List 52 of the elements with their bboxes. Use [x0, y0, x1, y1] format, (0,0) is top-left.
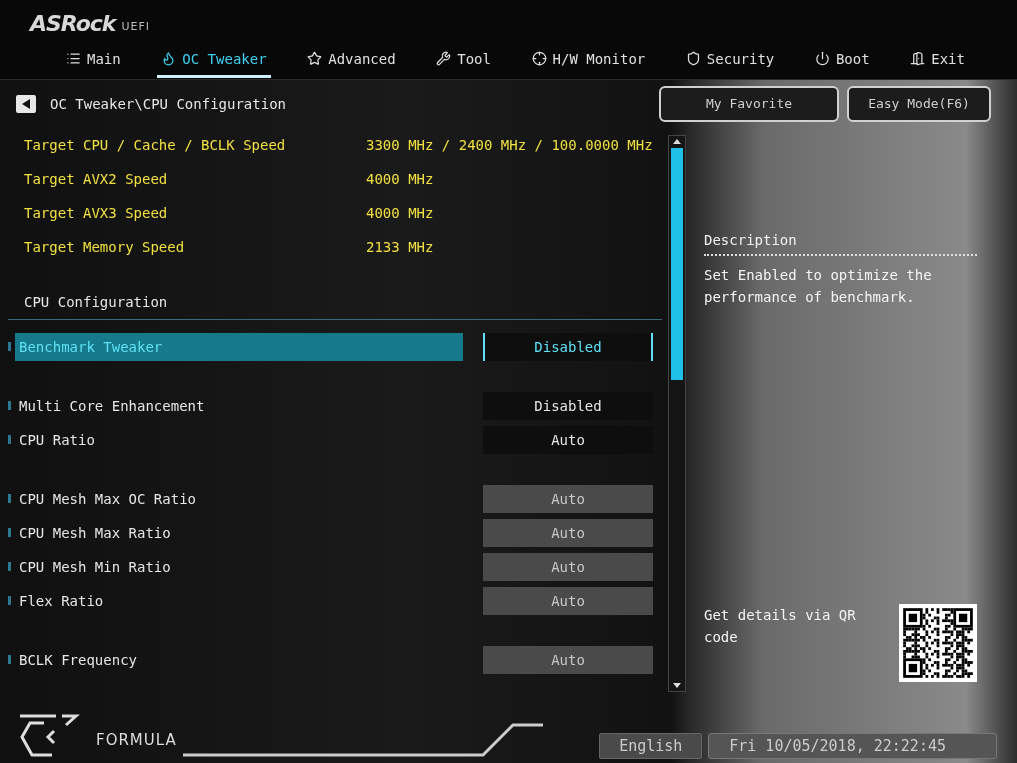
nav-tab[interactable]: Boot [810, 42, 874, 79]
shield-icon [685, 51, 701, 67]
nav-tab[interactable]: Exit [906, 42, 969, 79]
list-icon [66, 51, 81, 67]
formula-brand: FORMULA [96, 731, 177, 751]
back-button[interactable] [16, 94, 36, 113]
item-marker-icon [8, 342, 11, 352]
description-text: Set Enabled to optimize the performance of benchmark. [704, 265, 933, 307]
wrench-icon [436, 51, 452, 67]
nav-tab[interactable]: Tool [432, 42, 495, 79]
item-marker-icon [8, 401, 11, 411]
nav-tab[interactable]: Main [62, 42, 125, 79]
item-marker-icon [8, 435, 11, 445]
datetime: Fri 10/05/2018, 22:22:45 [708, 733, 997, 759]
crosshair-icon [531, 51, 547, 67]
scrollbar[interactable] [668, 134, 686, 692]
brand-suffix: UEFI [121, 19, 151, 33]
top-button[interactable]: Easy Mode(F6) [847, 85, 991, 122]
nav-tab[interactable]: OC Tweaker [157, 42, 271, 79]
item-marker-icon [8, 562, 11, 572]
scroll-thumb[interactable] [671, 147, 683, 380]
item-marker-icon [8, 494, 11, 504]
star-icon [307, 51, 323, 67]
setting-value[interactable]: Disabled [483, 391, 653, 420]
door-icon [910, 51, 926, 67]
power-icon [814, 51, 830, 67]
info-label: Target AVX3 Speed [24, 204, 169, 221]
brand-logo: ASRock [30, 10, 116, 36]
nav-tab[interactable]: H/W Monitor [527, 42, 650, 79]
qr-caption: Get details via QR code [704, 605, 857, 647]
nav-tab[interactable]: Advanced [303, 42, 400, 79]
setting-value[interactable]: Auto [483, 425, 653, 454]
setting-label[interactable]: CPU Ratio [15, 425, 463, 454]
info-value: 4000 MHz [366, 170, 435, 187]
item-marker-icon [8, 528, 11, 538]
nav-tab[interactable]: Security [681, 42, 779, 79]
setting-label[interactable]: Multi Core Enhancement [15, 391, 463, 420]
item-marker-icon [8, 596, 11, 606]
section-title: CPU Configuration [8, 285, 662, 320]
info-value: 2133 MHz [366, 238, 435, 255]
info-value: 4000 MHz [366, 204, 435, 221]
top-button[interactable]: My Favorite [659, 85, 839, 122]
info-label: Target AVX2 Speed [24, 170, 169, 187]
breadcrumb: OC Tweaker\CPU Configuration [50, 95, 286, 112]
info-label: Target CPU / Cache / BCLK Speed [24, 136, 287, 153]
info-label: Target Memory Speed [24, 238, 186, 255]
info-value: 3300 MHz / 2400 MHz / 100.0000 MHz [366, 136, 654, 153]
setting-value[interactable]: Disabled [483, 332, 653, 361]
back-arrow-icon [22, 98, 30, 109]
description-title: Description [704, 231, 977, 256]
item-marker-icon [8, 655, 11, 665]
language-button[interactable]: English [599, 733, 703, 759]
